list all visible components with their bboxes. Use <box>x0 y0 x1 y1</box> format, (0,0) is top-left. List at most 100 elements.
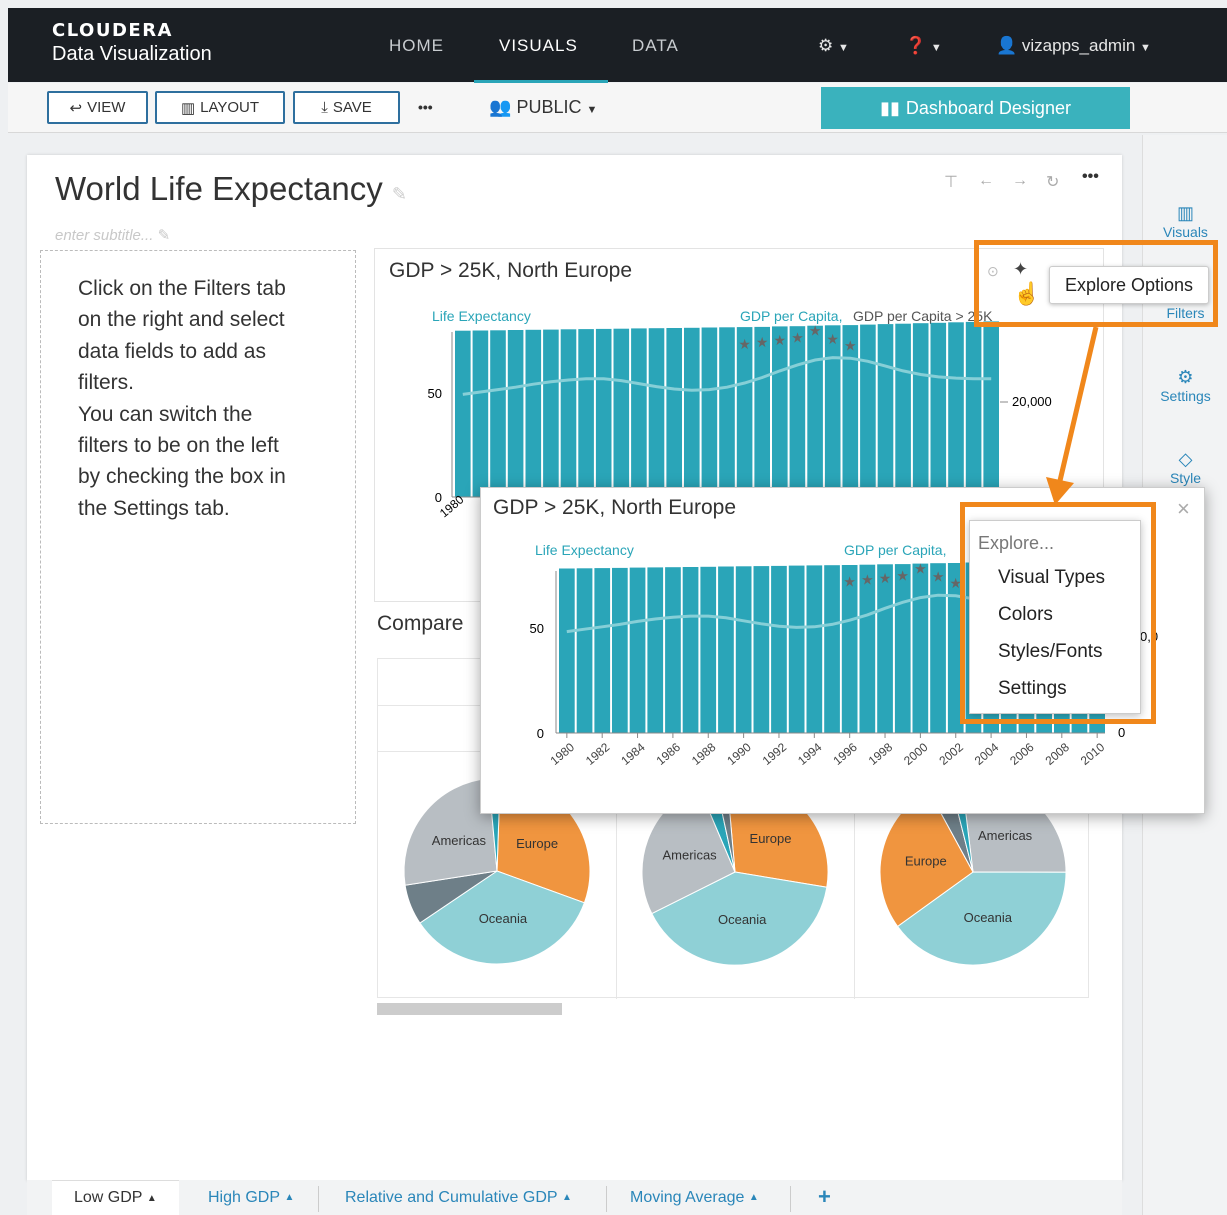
refresh-icon[interactable]: ↻ <box>1046 172 1059 192</box>
bar <box>666 328 682 497</box>
y2-tick-label: 0 <box>1118 725 1125 740</box>
tab-moving-average[interactable]: Moving Average ▲ <box>608 1180 781 1215</box>
bar <box>806 565 823 733</box>
bar <box>718 566 734 733</box>
visibility-label: PUBLIC <box>516 97 582 117</box>
tab-separator <box>318 1186 319 1212</box>
highlight-point: ★ <box>809 323 822 339</box>
visual-title-compare: Compare <box>377 612 464 635</box>
bar <box>736 327 753 497</box>
x-tick-label: 1984 <box>618 740 648 768</box>
pencil-icon[interactable]: ✎ <box>392 184 407 204</box>
x-tick-label: 2010 <box>1078 740 1108 768</box>
brand-name: CLOUDERA <box>52 20 173 41</box>
bar <box>841 565 858 733</box>
x-tick-label: 2004 <box>972 740 1002 768</box>
dashboard-title[interactable]: World Life Expectancy ✎ <box>55 170 407 208</box>
subtitle-input[interactable]: enter subtitle... ✎ <box>55 226 170 244</box>
bar <box>647 567 664 733</box>
nav-home[interactable]: HOME <box>389 36 444 56</box>
bar <box>525 329 542 497</box>
more-options-icon[interactable]: ••• <box>1082 168 1099 186</box>
nav-visuals[interactable]: VISUALS <box>499 36 578 56</box>
filter-icon[interactable]: ⊤ <box>944 172 958 192</box>
bar <box>594 568 611 733</box>
bar <box>912 323 929 497</box>
highlight-point: ★ <box>774 332 787 348</box>
legend-gdp-25k: GDP per Capita > 25K <box>853 308 993 324</box>
user-menu[interactable]: 👤 vizapps_admin ▼ <box>996 36 1151 56</box>
bar <box>490 330 506 497</box>
bar <box>877 564 893 733</box>
brand-logo[interactable]: CLOUDERA Data Visualization <box>52 20 212 66</box>
highlight-point: ★ <box>914 560 927 576</box>
brand-product: Data Visualization <box>52 43 212 65</box>
x-tick-label: 2000 <box>901 740 931 768</box>
redo-icon[interactable]: → <box>1012 172 1028 190</box>
x-tick-label: 1994 <box>795 740 825 768</box>
download-icon: ⤓ <box>321 99 328 116</box>
more-actions-button[interactable]: ••• <box>418 99 433 115</box>
pencil-icon[interactable]: ✎ <box>158 227 171 244</box>
highlight-box-explore-icon <box>974 240 1218 327</box>
bar <box>772 326 788 497</box>
bar <box>824 565 840 733</box>
bar-chart-icon: ▥ <box>1176 203 1194 223</box>
settings-menu[interactable]: ⚙ ▼ <box>818 36 849 56</box>
sidebar-label: Style <box>1169 470 1202 486</box>
pie-slice-label: Europe <box>905 853 947 868</box>
bar <box>684 327 700 497</box>
username: vizapps_admin <box>1021 36 1136 55</box>
sidebar-item-style[interactable]: ◇ Style <box>1143 449 1227 486</box>
dashboard-designer-button[interactable]: ▮▮ Dashboard Designer <box>821 87 1130 129</box>
bar <box>559 568 575 733</box>
view-label: VIEW <box>87 99 126 116</box>
pie-slice-label: Europe <box>750 831 792 846</box>
caret-up-icon: ▲ <box>562 1192 572 1203</box>
bar <box>877 324 894 497</box>
save-button[interactable]: ⤓ SAVE <box>293 91 400 124</box>
add-tab-button[interactable]: + <box>818 1184 831 1210</box>
help-icon: ❓ <box>905 36 927 55</box>
sidebar-item-visuals[interactable]: ▥ Visuals <box>1143 203 1227 240</box>
layout-button[interactable]: ▥ LAYOUT <box>155 91 285 124</box>
tab-label: Moving Average <box>630 1188 745 1206</box>
title-text: World Life Expectancy <box>55 170 383 207</box>
x-tick-label: 1988 <box>689 740 719 768</box>
bar <box>613 328 630 497</box>
view-button[interactable]: ↩ VIEW <box>47 91 148 124</box>
tab-relative-cumulative-gdp[interactable]: Relative and Cumulative GDP ▲ <box>323 1180 594 1215</box>
bar <box>578 329 594 497</box>
y-tick-label: 50 <box>428 386 442 401</box>
visibility-dropdown[interactable]: 👥 PUBLIC ▼ <box>489 97 597 118</box>
caret-up-icon: ▲ <box>146 1192 157 1204</box>
x-tick-label: 1998 <box>866 740 896 768</box>
sidebar-label: Visuals <box>1163 224 1208 240</box>
tab-high-gdp[interactable]: High GDP ▲ <box>186 1180 316 1215</box>
bar <box>860 324 876 497</box>
tab-label: Relative and Cumulative GDP <box>345 1188 558 1206</box>
bar <box>965 321 982 497</box>
caret-up-icon: ▲ <box>284 1192 295 1203</box>
nav-data[interactable]: DATA <box>632 36 679 56</box>
horizontal-scrollbar[interactable] <box>377 1003 562 1015</box>
x-tick-label: 1986 <box>654 740 684 768</box>
bar <box>631 328 647 497</box>
tab-low-gdp[interactable]: Low GDP ▲ <box>52 1180 179 1215</box>
highlight-point: ★ <box>738 336 751 352</box>
x-tick-label: 2002 <box>936 740 966 768</box>
sidebar-item-settings[interactable]: ⚙ Settings <box>1143 367 1227 404</box>
filter-help-text: Click on the Filters tab on the right an… <box>78 277 286 520</box>
undo-icon[interactable]: ← <box>978 172 994 190</box>
bar <box>682 567 699 733</box>
callout-arrow <box>1046 326 1099 505</box>
subtitle-placeholder: enter subtitle... <box>55 227 154 244</box>
y-tick-label: 50 <box>530 621 544 636</box>
help-menu[interactable]: ❓ ▼ <box>905 36 942 56</box>
x-tick-label: 1990 <box>724 740 754 768</box>
pie-slice-label: Europe <box>516 836 558 851</box>
bar <box>859 564 876 733</box>
designer-label: Dashboard Designer <box>905 97 1071 118</box>
sidebar-label: Settings <box>1160 388 1211 404</box>
bar <box>719 327 735 497</box>
